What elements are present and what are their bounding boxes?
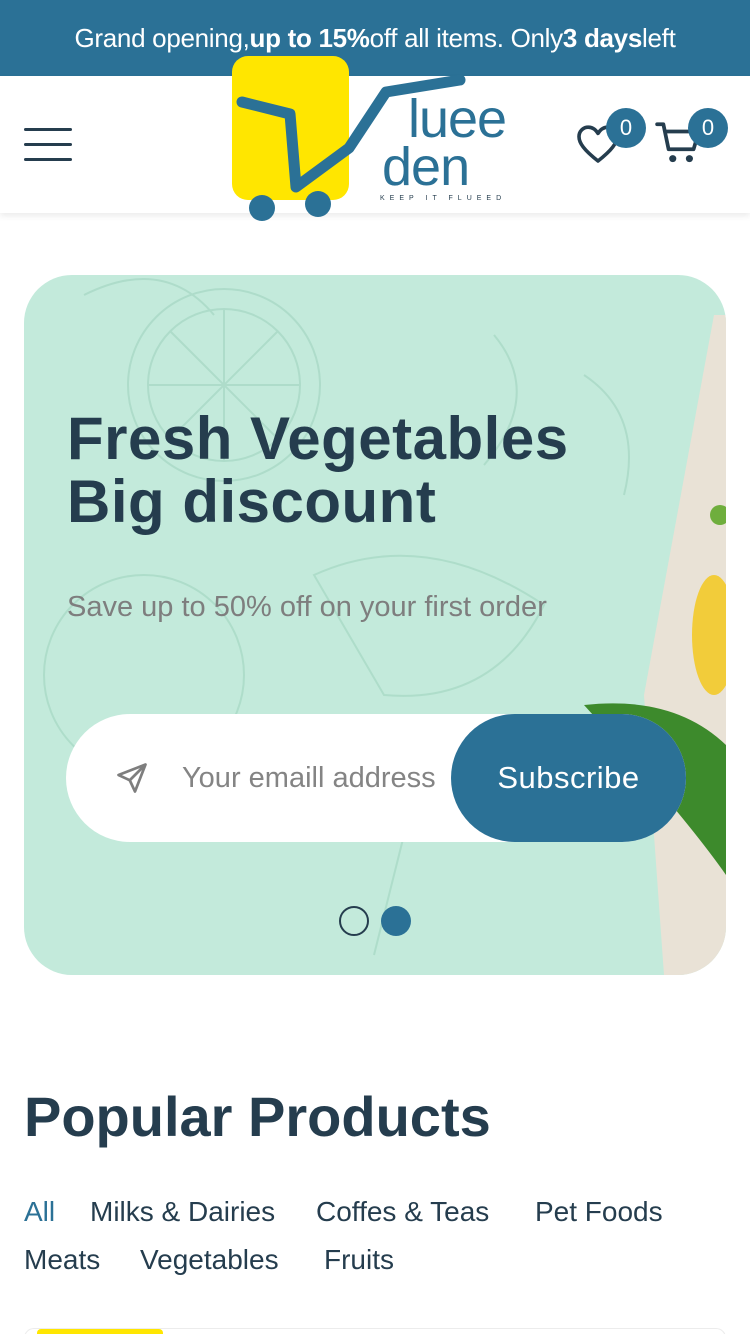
menu-line <box>24 128 72 131</box>
flueeden-logo[interactable]: luee den KEEP IT FLUEED <box>228 54 528 226</box>
tab-vegetables[interactable]: Vegetables <box>140 1244 279 1276</box>
send-icon <box>117 763 147 793</box>
hero-title: Fresh Vegetables Big discount <box>67 407 569 533</box>
site-header: luee den KEEP IT FLUEED 0 0 <box>0 56 750 221</box>
menu-line <box>24 143 72 146</box>
hero-subtitle: Save up to 50% off on your first order <box>67 591 547 623</box>
promo-text-3: left <box>642 22 676 53</box>
hero-produce-image <box>584 315 726 975</box>
slider-dot-1[interactable] <box>339 906 369 936</box>
logo-text-bottom: den <box>382 137 469 197</box>
tab-coffes-teas[interactable]: Coffes & Teas <box>316 1196 489 1228</box>
wishlist-button[interactable]: 0 <box>574 108 646 168</box>
product-card[interactable] <box>24 1328 726 1334</box>
tab-meats[interactable]: Meats <box>24 1244 100 1276</box>
logo-wheel <box>249 195 275 221</box>
cart-count-badge: 0 <box>688 108 728 148</box>
promo-text-2: off all items. Only <box>369 22 564 53</box>
tab-milks-dairies[interactable]: Milks & Dairies <box>90 1196 275 1228</box>
menu-button[interactable] <box>24 128 72 162</box>
promo-days: 3 days <box>562 22 643 53</box>
subscribe-button[interactable]: Subscribe <box>451 714 686 842</box>
tab-fruits[interactable]: Fruits <box>324 1244 394 1276</box>
tab-all[interactable]: All <box>24 1196 55 1228</box>
slider-dot-2-active[interactable] <box>381 906 411 936</box>
hero-slider: Fresh Vegetables Big discount Save up to… <box>24 275 726 975</box>
logo-wheel <box>305 191 331 217</box>
popular-products-title: Popular Products <box>24 1085 491 1148</box>
tab-pet-foods[interactable]: Pet Foods <box>535 1196 663 1228</box>
hero-title-line-2: Big discount <box>67 468 437 535</box>
promo-text: Grand opening, <box>74 22 250 53</box>
product-card-tag <box>37 1329 163 1334</box>
wishlist-count-badge: 0 <box>606 108 646 148</box>
hero-title-line-1: Fresh Vegetables <box>67 405 569 472</box>
email-input[interactable] <box>182 750 452 806</box>
hero-background-illustration <box>43 278 726 975</box>
logo-tagline: KEEP IT FLUEED <box>380 195 506 202</box>
promo-discount: up to 15% <box>249 22 370 53</box>
cart-button[interactable]: 0 <box>654 108 728 172</box>
menu-line <box>24 158 72 161</box>
newsletter-form: Subscribe <box>66 714 686 842</box>
